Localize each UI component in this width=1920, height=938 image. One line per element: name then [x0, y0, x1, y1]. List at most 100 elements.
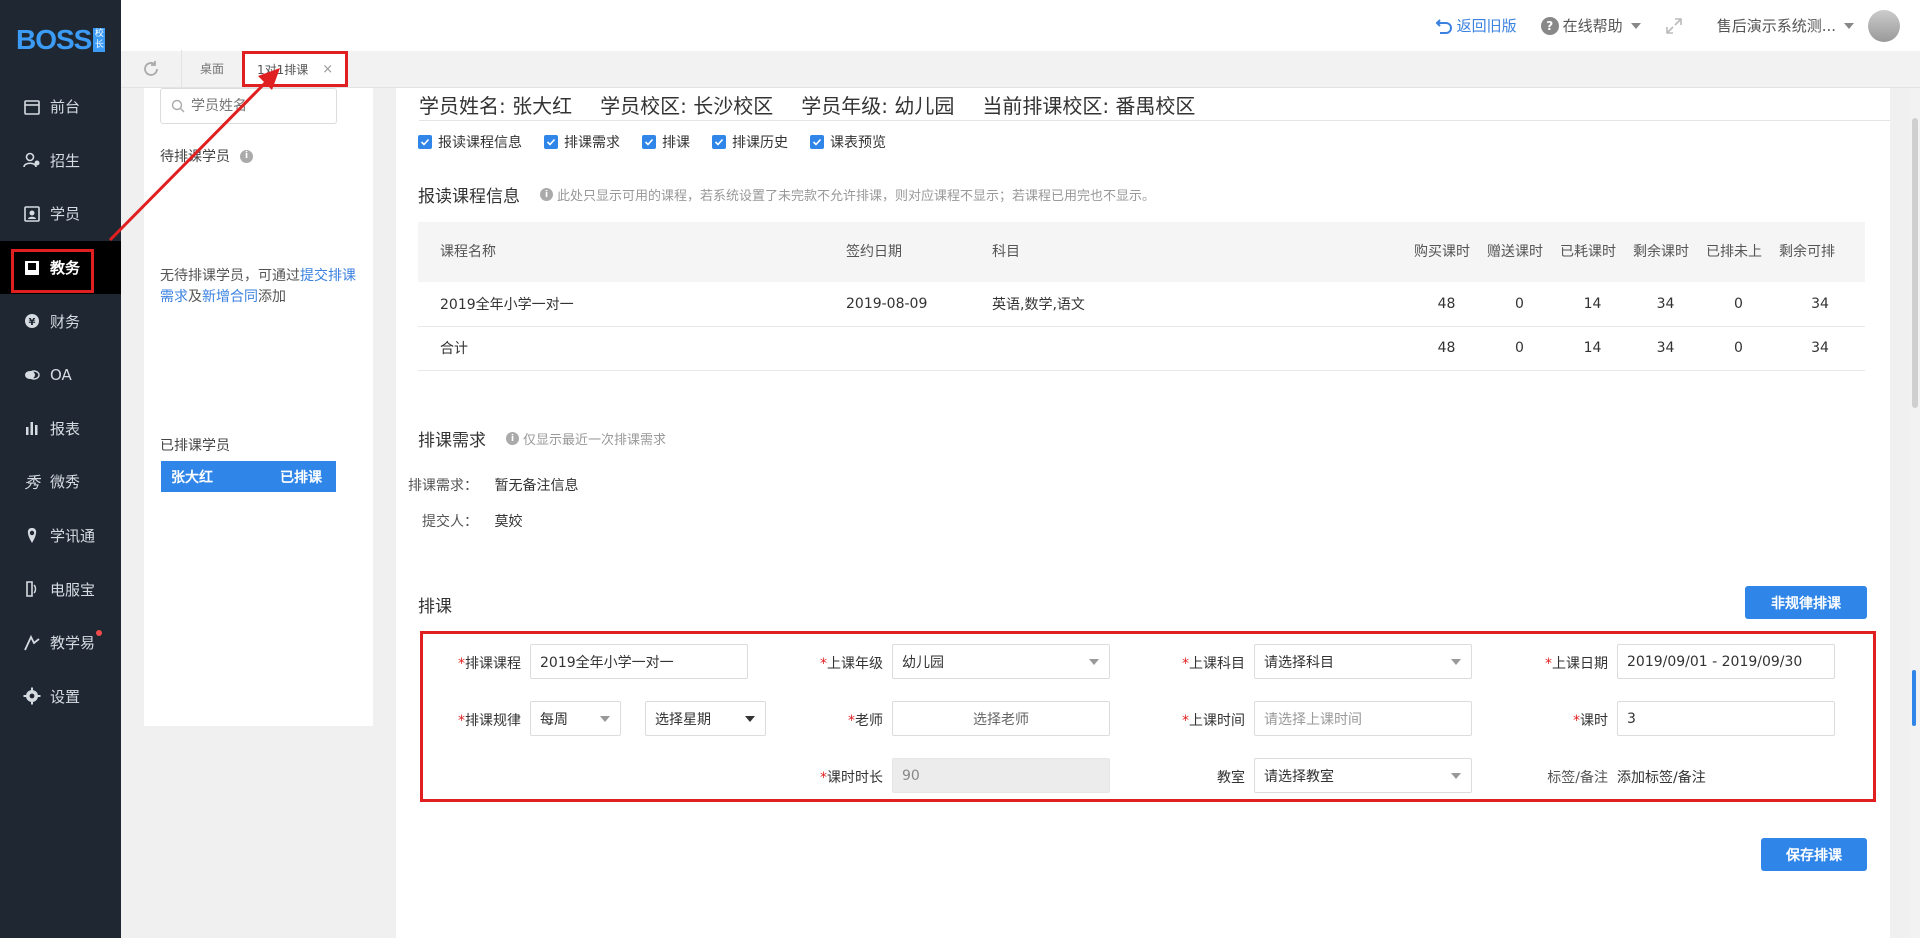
table-cell: 34 — [1775, 326, 1865, 371]
column-header: 剩余课时 — [1629, 222, 1702, 282]
caret-down-icon — [600, 716, 610, 722]
schedule-section-title: 排课 — [418, 597, 452, 617]
sidebar-item[interactable]: ¥ 财务 — [0, 294, 121, 348]
save-schedule-button[interactable]: 保存排课 — [1761, 838, 1867, 871]
request-section-title: 排课需求 i 仅显示最近一次排课需求 — [418, 426, 666, 451]
request-content-row: 排课需求： 暂无备注信息 — [388, 475, 578, 495]
fullscreen-button[interactable] — [1665, 17, 1683, 35]
user-menu[interactable]: 售后演示系统测... — [1716, 9, 1900, 42]
request-value: 暂无备注信息 — [494, 478, 579, 494]
logo-sub: 校长 — [93, 28, 106, 52]
table-cell: 34 — [1629, 326, 1702, 371]
table-cell: 2019-08-09 — [842, 282, 988, 327]
sidebar-item-label: 电服宝 — [50, 580, 96, 599]
column-header: 剩余可排 — [1775, 222, 1865, 282]
chevron-down-icon — [1630, 22, 1641, 29]
section-checkbox[interactable]: 排课 — [642, 132, 690, 152]
section-checkbox[interactable]: 排课需求 — [544, 132, 620, 152]
student-name-info: 学员姓名: 张大红 — [419, 93, 573, 118]
course-select[interactable]: 2019全年小学一对一 — [530, 644, 748, 679]
sidebar-item[interactable]: 秀微秀 — [0, 455, 121, 509]
rule-value: 每周 — [540, 711, 568, 728]
label-text: 课时 — [1580, 713, 1608, 729]
section-checkbox[interactable]: 排课历史 — [712, 132, 788, 152]
annotation-highlight-nav — [11, 249, 94, 293]
close-icon[interactable]: × — [322, 62, 333, 77]
table-cell: 合计 — [418, 326, 842, 371]
rule-select[interactable]: 每周 — [530, 701, 621, 736]
table-cell: 0 — [1483, 326, 1556, 371]
calendar-icon — [22, 97, 42, 117]
checkbox-label: 报读课程信息 — [438, 135, 522, 151]
required-mark: * — [848, 713, 855, 729]
time-input[interactable]: 请选择上课时间 — [1254, 701, 1472, 736]
sidebar-item-label: 教学易 — [50, 634, 96, 653]
weekday-placeholder: 选择星期 — [655, 711, 711, 728]
subject-select[interactable]: 请选择科目 — [1254, 644, 1472, 679]
rule-label: *排课规律 — [423, 710, 521, 730]
checkbox-checked-icon[interactable] — [712, 135, 726, 149]
sidebar-item[interactable]: 电服宝 — [0, 562, 121, 616]
sidebar-item[interactable]: 报表 — [0, 402, 121, 456]
scrollbar-thumb[interactable] — [1912, 118, 1918, 408]
column-header: 已排未上 — [1702, 222, 1775, 282]
checkbox-checked-icon[interactable] — [810, 135, 824, 149]
sidebar-item-label: 财务 — [50, 312, 81, 331]
table-cell — [988, 326, 1410, 371]
sidebar-item-label: 前台 — [50, 98, 81, 117]
table-cell: 14 — [1556, 282, 1629, 327]
course-table: 课程名称 签约日期 科目 购买课时 赠送课时 已耗课时 剩余课时 已排未上 剩余可排 2019全… — [418, 222, 1865, 371]
table-cell: 2019全年小学一对一 — [418, 282, 842, 327]
weekday-select[interactable]: 选择星期 — [645, 701, 766, 736]
section-toggles: 报读课程信息 排课需求 排课 排课历史 课表预览 — [418, 132, 908, 152]
course-info-section-title: 报读课程信息 i 此处只显示可用的课程，若系统设置了未完款不允许排课，则对应课程不… — [418, 182, 1155, 207]
checkbox-checked-icon[interactable] — [418, 135, 432, 149]
section-checkbox[interactable]: 课表预览 — [810, 132, 886, 152]
subject-placeholder: 请选择科目 — [1264, 654, 1334, 671]
current-campus-info: 当前排课校区: 番禺校区 — [982, 93, 1196, 118]
new-contract-link[interactable]: 新增合同 — [202, 289, 258, 305]
sidebar-item[interactable]: 设置 — [0, 670, 121, 724]
section-checkbox[interactable]: 报读课程信息 — [418, 132, 522, 152]
phone-icon — [22, 579, 42, 599]
back-old-version-link[interactable]: 返回旧版 — [1435, 15, 1517, 36]
table-cell: 34 — [1629, 282, 1702, 327]
room-placeholder: 请选择教室 — [1264, 768, 1334, 785]
empty-text: 及 — [188, 289, 202, 305]
scheduled-student-item[interactable]: 张大红 已排课 — [161, 461, 336, 492]
hours-label: *课时 — [1508, 710, 1608, 730]
checkbox-checked-icon[interactable] — [642, 135, 656, 149]
info-icon: i — [506, 432, 519, 445]
sidebar-item-label: 报表 — [50, 419, 81, 438]
checkbox-checked-icon[interactable] — [544, 135, 558, 149]
sidebar-item[interactable]: OA — [0, 348, 121, 402]
hours-input[interactable]: 3 — [1617, 701, 1835, 736]
irregular-schedule-button[interactable]: 非规律排课 — [1745, 586, 1867, 619]
checkbox-label: 排课 — [662, 135, 690, 151]
user-name: 售后演示系统测... — [1716, 17, 1836, 35]
sidebar-item[interactable]: 学讯通 — [0, 509, 121, 563]
teacher-select[interactable]: 选择老师 — [892, 701, 1110, 736]
room-select[interactable]: 请选择教室 — [1254, 758, 1472, 793]
top-bar: 返回旧版 ? 在线帮助 售后演示系统测... — [121, 0, 1920, 51]
add-tag-link[interactable]: 添加标签/备注 — [1617, 767, 1706, 787]
notification-dot — [96, 629, 102, 636]
caret-down-icon — [1451, 773, 1461, 779]
section-title-text: 报读课程信息 — [418, 187, 520, 207]
info-icon: i — [540, 188, 553, 201]
scroll-position-handle[interactable] — [1912, 670, 1916, 726]
section-note: i 此处只显示可用的课程，若系统设置了未完款不允许排课，则对应课程不显示；若课程已… — [540, 185, 1155, 204]
student-name: 张大红 — [171, 469, 213, 486]
avatar[interactable] — [1868, 9, 1900, 42]
online-help-link[interactable]: ? 在线帮助 — [1540, 15, 1641, 36]
gear-icon — [22, 686, 42, 706]
label-text: 上课日期 — [1552, 656, 1608, 672]
grade-select[interactable]: 幼儿园 — [892, 644, 1110, 679]
required-mark: * — [458, 713, 465, 729]
page-scrollbar[interactable] — [1910, 88, 1920, 938]
sidebar-item[interactable]: 教学易 — [0, 616, 121, 670]
chevron-down-icon — [1844, 22, 1854, 29]
label-text: 课时时长 — [827, 770, 883, 786]
yen-icon: ¥ — [22, 311, 42, 331]
date-range-input[interactable]: 2019/09/01 - 2019/09/30 — [1617, 644, 1835, 679]
